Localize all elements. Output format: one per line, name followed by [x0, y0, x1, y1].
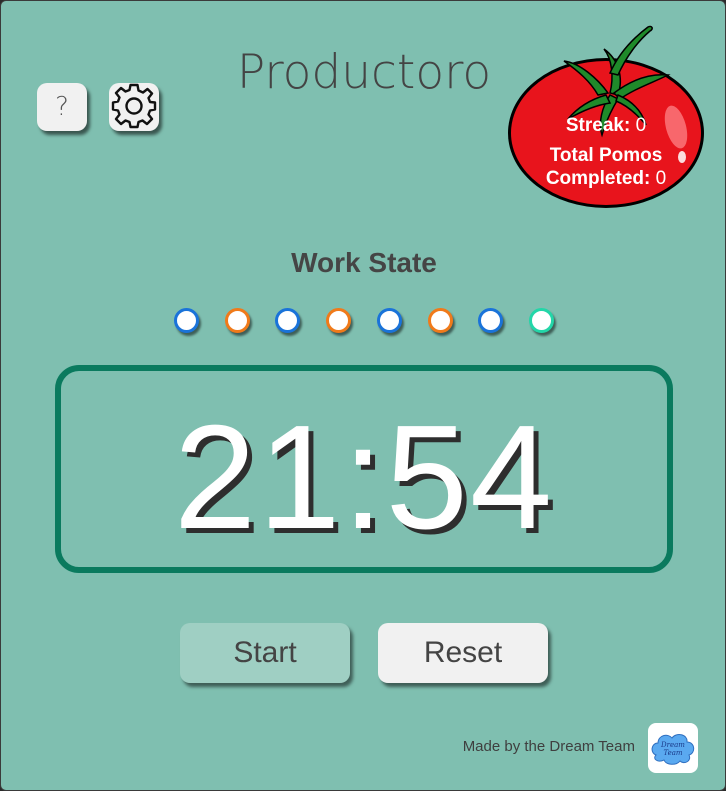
reset-button[interactable]: Reset: [378, 623, 548, 683]
footer-credit: Made by the Dream Team: [462, 738, 635, 755]
progress-dot: [478, 308, 504, 333]
logo-text-1: Dream: [660, 741, 685, 749]
timer-display: 21:54: [173, 395, 555, 560]
progress-dot: [174, 308, 199, 333]
total-pomos-value: 0: [655, 168, 667, 189]
gear-icon: [111, 83, 157, 129]
logo-text-2: Team: [663, 749, 682, 757]
total-pomos-label-2: Completed:: [545, 168, 651, 189]
progress-dot: [224, 308, 250, 333]
dream-team-logo[interactable]: Dream Team: [648, 723, 698, 773]
help-button[interactable]: ?: [37, 83, 87, 131]
progress-dot: [275, 308, 301, 333]
streak-stat: Streak: 0: [506, 114, 706, 137]
progress-dot: [528, 308, 554, 333]
state-label: Work State: [291, 247, 437, 278]
streak-label: Streak:: [565, 115, 631, 136]
progress-dot: [326, 308, 352, 333]
start-button[interactable]: Start: [180, 623, 350, 683]
cloud-icon: Dream Team: [651, 734, 695, 765]
streak-value: 0: [635, 115, 647, 136]
app-window: Productoro ? Streak: 0 Total Pomos Compl…: [0, 0, 726, 791]
total-pomos-label: Total Pomos: [549, 145, 663, 166]
settings-button[interactable]: [109, 83, 159, 131]
progress-dot: [427, 308, 453, 333]
progress-dot: [376, 308, 402, 333]
total-pomos-stat: Total Pomos Completed: 0: [506, 144, 706, 190]
